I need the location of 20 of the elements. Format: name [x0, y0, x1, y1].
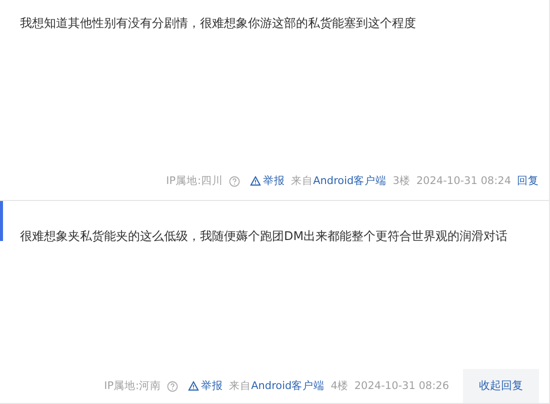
source-label: 来自 — [291, 174, 314, 188]
post-time: 2024-10-31 08:24 — [416, 175, 511, 187]
report-link[interactable]: 举报 — [188, 379, 224, 393]
reply-link[interactable]: 回复 — [517, 174, 539, 188]
warning-icon — [250, 176, 262, 186]
post-content: 我想知道其他性别有没有分剧情，很难想象你游这部的私货能塞到这个程度 — [20, 15, 416, 32]
collapse-replies-button[interactable]: 收起回复 — [463, 369, 539, 403]
ip-location: IP属地:四川 — [166, 174, 224, 188]
ip-location: IP属地:河南 — [104, 379, 162, 393]
help-icon[interactable] — [167, 380, 178, 392]
floor-number: 4楼 — [330, 379, 348, 393]
source-label: 来自 — [229, 379, 252, 393]
post-content: 很难想象夹私货能夹的这么低级，我随便薅个跑团DM出来都能整个更符合世界观的润滑对话 — [20, 228, 508, 245]
warning-icon — [188, 381, 200, 391]
report-link[interactable]: 举报 — [250, 174, 286, 188]
client-link[interactable]: Android客户端 — [313, 174, 387, 188]
post-time: 2024-10-31 08:26 — [354, 380, 449, 392]
help-icon[interactable] — [229, 176, 240, 186]
client-link[interactable]: Android客户端 — [251, 379, 325, 393]
floor-number: 3楼 — [392, 174, 410, 188]
